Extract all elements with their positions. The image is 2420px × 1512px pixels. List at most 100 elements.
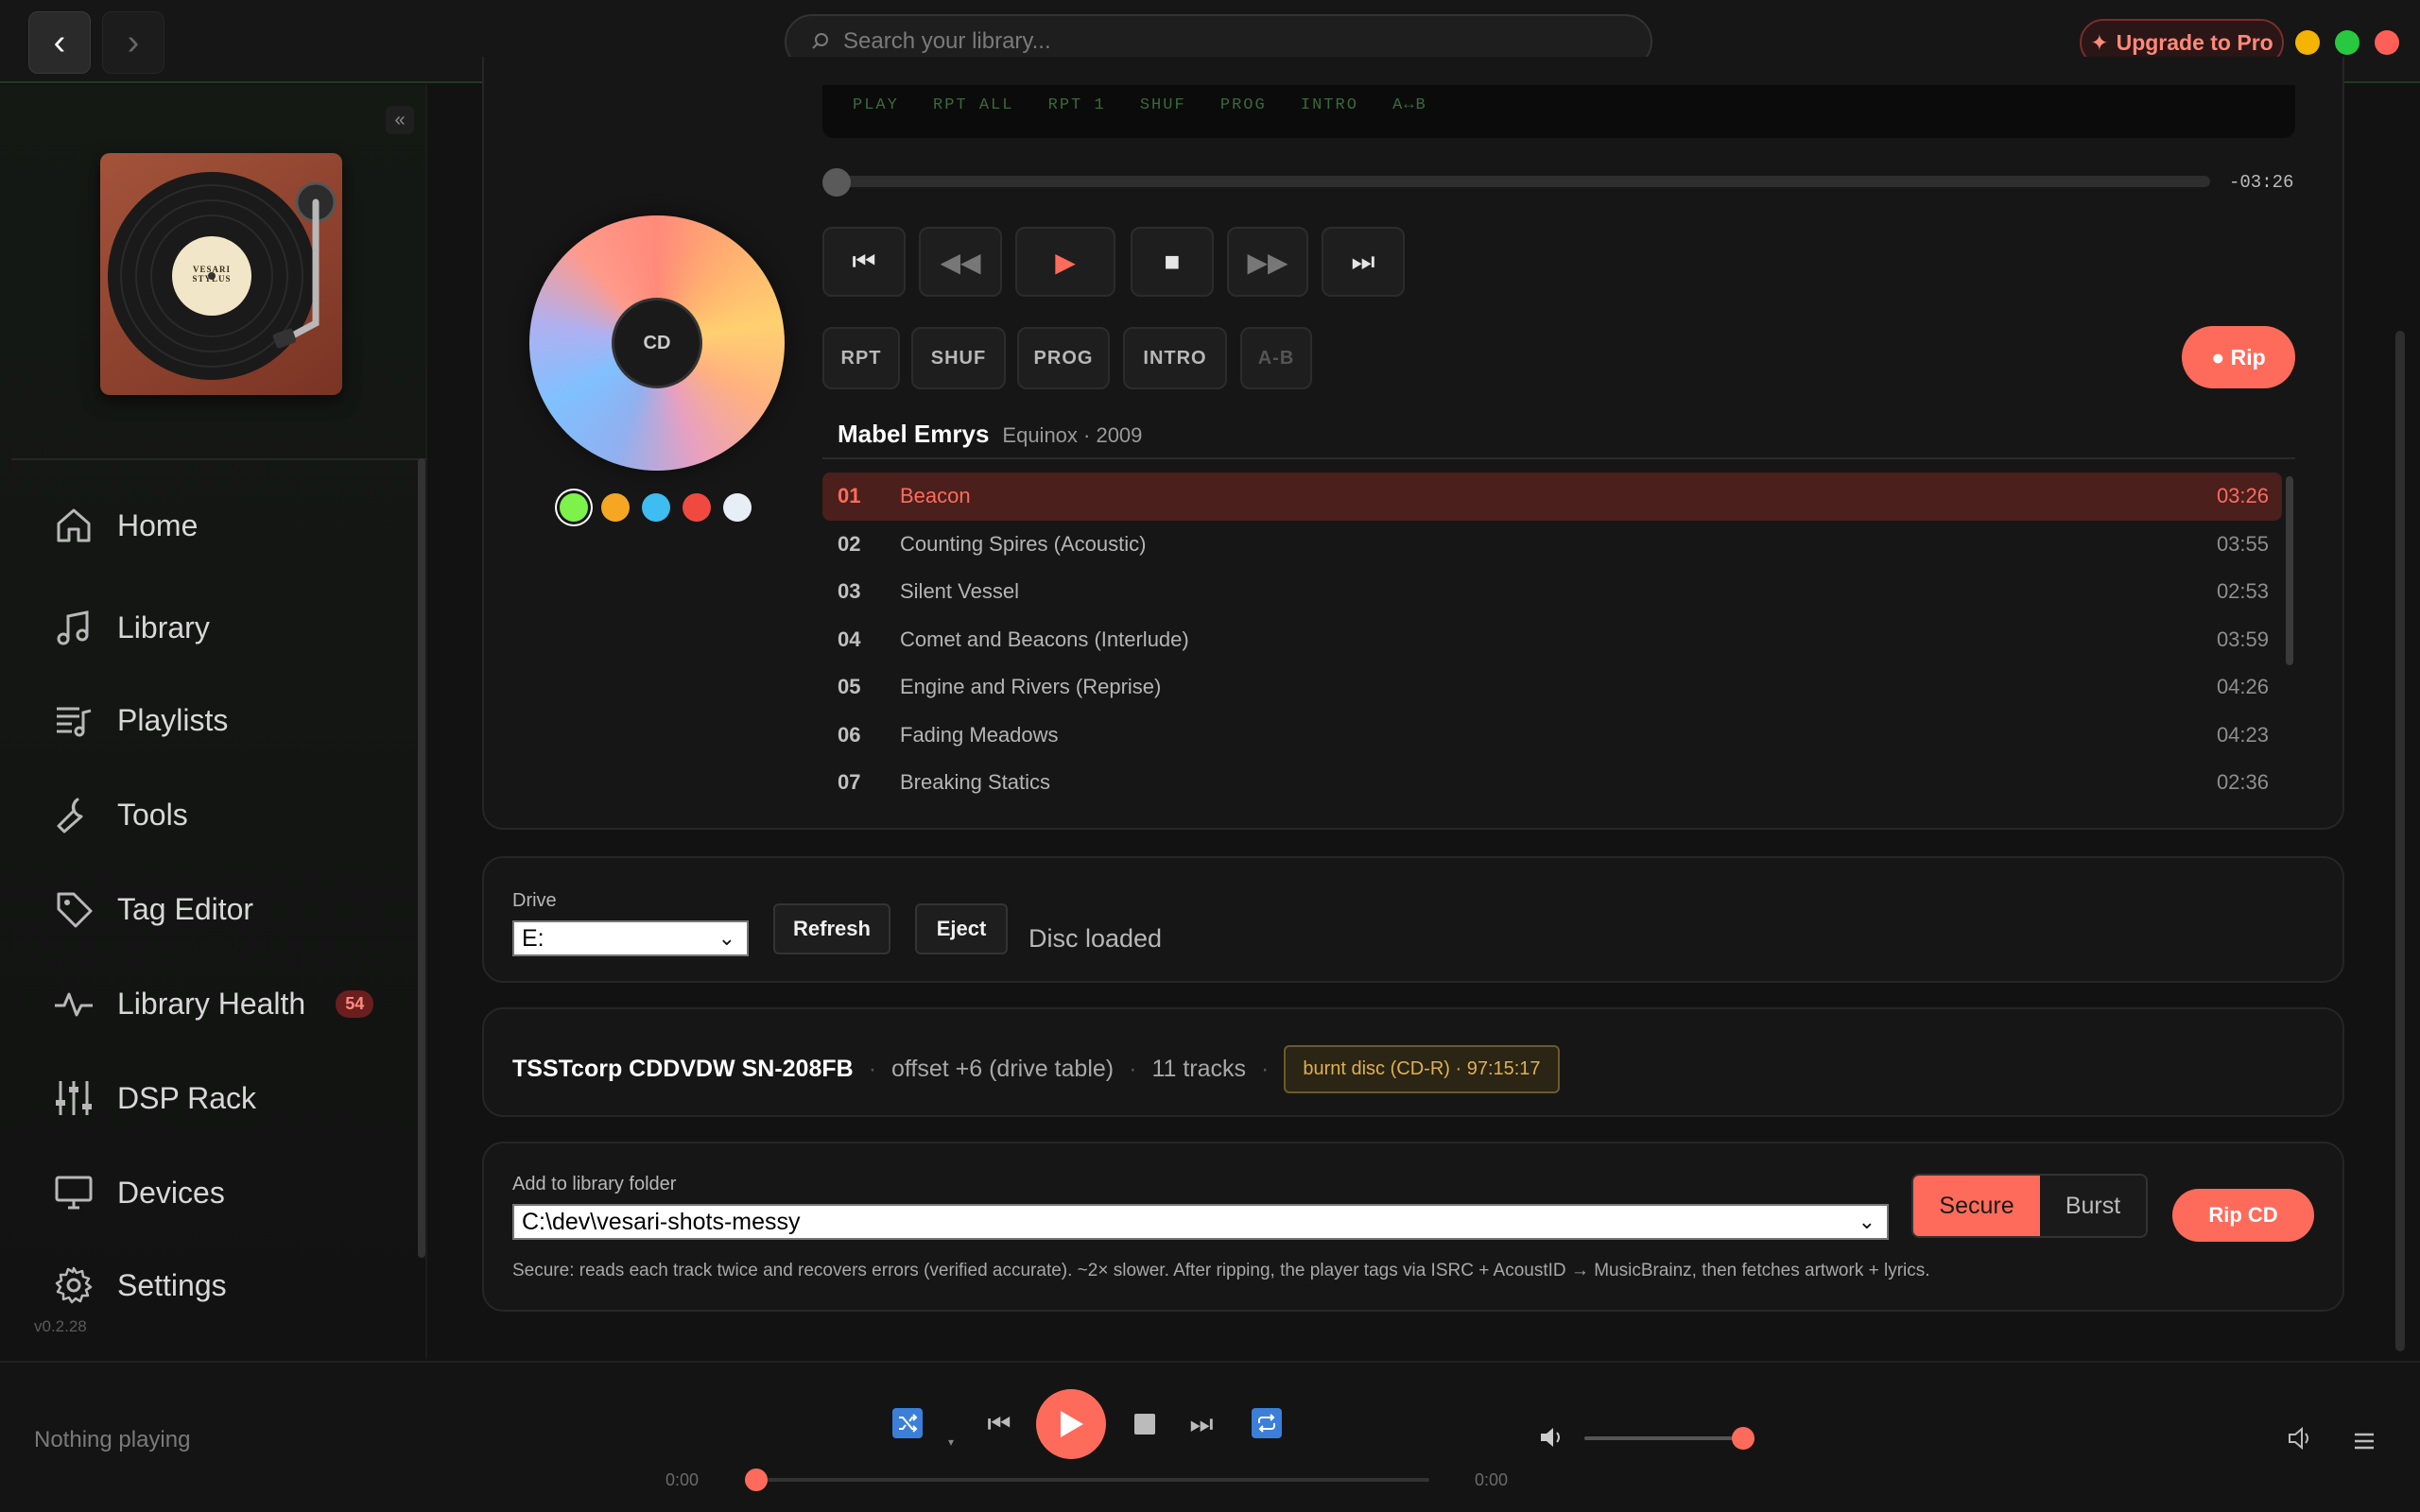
gear-icon bbox=[55, 1266, 93, 1304]
album-meta: Equinox · 2009 bbox=[1002, 423, 1143, 447]
track-title: Silent Vessel bbox=[900, 579, 1019, 604]
track-list: 01 Beacon 03:26 02 Counting Spires (Acou… bbox=[822, 472, 2282, 794]
chevron-right-icon: › bbox=[127, 22, 140, 62]
track-progress-bar[interactable] bbox=[824, 176, 2210, 187]
window-close-button[interactable] bbox=[2375, 30, 2399, 55]
play-button[interactable]: ▶ bbox=[1015, 227, 1115, 297]
color-swatch-blue[interactable] bbox=[642, 493, 670, 522]
seek-knob[interactable] bbox=[745, 1469, 768, 1491]
intro-mode-button[interactable]: INTRO bbox=[1123, 327, 1227, 389]
program-mode-button[interactable]: PROG bbox=[1017, 327, 1110, 389]
repeat-mode-button[interactable]: RPT bbox=[822, 327, 900, 389]
now-playing-bar: Nothing playing ▾ ⏮ ⏭ 0:00 0:00 bbox=[0, 1361, 2420, 1512]
previous-track-button[interactable]: ⏮ bbox=[822, 227, 906, 297]
sidebar-item-home[interactable]: Home bbox=[53, 497, 393, 554]
sidebar-item-label: Home bbox=[117, 507, 199, 542]
audio-output-button[interactable] bbox=[2286, 1423, 2316, 1453]
previous-button[interactable]: ⏮ bbox=[983, 1408, 1015, 1440]
drive-select[interactable]: E: ⌄ bbox=[512, 920, 749, 956]
play-pause-button[interactable] bbox=[1036, 1389, 1106, 1459]
rip-button[interactable]: ● Rip bbox=[2182, 326, 2295, 388]
window-maximize-button[interactable] bbox=[2335, 30, 2360, 55]
lcd-mode: PLAY bbox=[853, 96, 899, 114]
track-list-scrollbar[interactable] bbox=[2286, 476, 2293, 665]
ab-repeat-button[interactable]: A-B bbox=[1240, 327, 1312, 389]
track-row[interactable]: 04 Comet and Beacons (Interlude) 03:59 bbox=[822, 616, 2282, 664]
disc-status: Disc loaded bbox=[1028, 924, 1163, 953]
track-row[interactable]: 07 Breaking Statics 02:36 bbox=[822, 759, 2282, 794]
sidebar-item-label: Tools bbox=[117, 797, 188, 832]
lcd-mode: A↔B bbox=[1392, 96, 1427, 114]
seek-bar[interactable] bbox=[756, 1478, 1429, 1482]
refresh-button[interactable]: Refresh bbox=[773, 903, 890, 954]
eject-button[interactable]: Eject bbox=[915, 903, 1008, 954]
speaker-icon bbox=[1541, 1428, 1560, 1447]
search-icon bbox=[812, 33, 828, 49]
burst-mode-option[interactable]: Burst bbox=[2040, 1176, 2146, 1236]
track-title: Fading Meadows bbox=[900, 722, 1059, 747]
volume-knob[interactable] bbox=[1732, 1427, 1754, 1450]
rip-cd-button[interactable]: Rip CD bbox=[2172, 1189, 2314, 1242]
sidebar-item-label: Settings bbox=[117, 1267, 227, 1302]
stop-button[interactable] bbox=[1131, 1410, 1159, 1438]
sidebar-item-tools[interactable]: Tools bbox=[53, 786, 393, 843]
rip-mode-toggle: Secure Burst bbox=[1911, 1174, 2148, 1238]
repeat-button[interactable] bbox=[1252, 1408, 1282, 1438]
secure-mode-option[interactable]: Secure bbox=[1913, 1176, 2040, 1236]
sidebar-item-devices[interactable]: Devices bbox=[53, 1164, 393, 1221]
color-swatch-green[interactable] bbox=[560, 493, 588, 522]
sidebar-item-dsp-rack[interactable]: DSP Rack bbox=[53, 1070, 393, 1126]
color-swatch-red[interactable] bbox=[683, 493, 711, 522]
sidebar: « VESARI STYLUS Home Library Playlists T… bbox=[0, 85, 427, 1359]
play-icon bbox=[1061, 1411, 1083, 1437]
shuffle-button[interactable] bbox=[892, 1408, 923, 1438]
track-row[interactable]: 02 Counting Spires (Acoustic) 03:55 bbox=[822, 521, 2282, 569]
disc-artwork: CD bbox=[529, 215, 785, 471]
library-folder-select[interactable]: C:\dev\vesari-shots-messy ⌄ bbox=[512, 1204, 1889, 1240]
health-issues-badge: 54 bbox=[336, 989, 374, 1018]
menu-icon bbox=[2355, 1433, 2374, 1450]
sidebar-item-playlists[interactable]: Playlists bbox=[53, 692, 393, 748]
pulse-icon bbox=[55, 992, 93, 1017]
volume-slider[interactable] bbox=[1584, 1436, 1743, 1440]
monitor-icon bbox=[55, 1176, 93, 1210]
track-duration: 04:23 bbox=[2216, 722, 2269, 747]
main-scrollbar[interactable] bbox=[2395, 331, 2405, 1351]
time-remaining: -03:26 bbox=[2229, 172, 2294, 193]
sidebar-scrollbar[interactable] bbox=[418, 458, 425, 1258]
shuffle-mode-button[interactable]: SHUF bbox=[911, 327, 1006, 389]
sidebar-item-tag-editor[interactable]: Tag Editor bbox=[53, 881, 393, 937]
skip-forward-icon: ⏭ bbox=[1351, 246, 1375, 276]
skip-back-icon: ⏮ bbox=[852, 246, 876, 276]
current-time: 0:00 bbox=[666, 1470, 700, 1489]
mute-button[interactable] bbox=[1537, 1423, 1565, 1452]
sidebar-item-label: Library bbox=[117, 610, 210, 644]
collapse-sidebar-button[interactable]: « bbox=[386, 106, 414, 134]
stop-icon: ■ bbox=[1164, 247, 1181, 276]
forward-button[interactable]: › bbox=[102, 11, 164, 74]
lcd-mode: INTRO bbox=[1300, 96, 1358, 114]
color-swatch-orange[interactable] bbox=[601, 493, 630, 522]
track-row[interactable]: 01 Beacon 03:26 bbox=[822, 472, 2282, 521]
sidebar-item-library-health[interactable]: Library Health 54 bbox=[53, 975, 393, 1032]
track-row[interactable]: 06 Fading Meadows 04:23 bbox=[822, 712, 2282, 760]
next-track-button[interactable]: ⏭ bbox=[1322, 227, 1405, 297]
color-swatch-white[interactable] bbox=[723, 493, 752, 522]
volume-outline-icon bbox=[2289, 1426, 2308, 1451]
back-button[interactable]: ‹ bbox=[28, 11, 91, 74]
queue-button[interactable] bbox=[2350, 1427, 2378, 1455]
track-progress-knob[interactable] bbox=[822, 168, 851, 197]
next-button[interactable]: ⏭ bbox=[1185, 1408, 1218, 1440]
fast-forward-button[interactable]: ▶▶ bbox=[1227, 227, 1308, 297]
track-row[interactable]: 03 Silent Vessel 02:53 bbox=[822, 568, 2282, 616]
lcd-mode: RPT ALL bbox=[933, 96, 1014, 114]
window-minimize-button[interactable] bbox=[2295, 30, 2320, 55]
disc-type-badge: burnt disc (CD-R) · 97:15:17 bbox=[1284, 1045, 1560, 1093]
stop-button[interactable]: ■ bbox=[1131, 227, 1214, 297]
sidebar-item-settings[interactable]: Settings bbox=[53, 1257, 393, 1314]
track-row[interactable]: 05 Engine and Rivers (Reprise) 04:26 bbox=[822, 663, 2282, 712]
sidebar-item-library[interactable]: Library bbox=[53, 599, 393, 656]
rewind-button[interactable]: ◀◀ bbox=[919, 227, 1002, 297]
shuffle-options-button[interactable]: ▾ bbox=[943, 1435, 959, 1450]
search-input[interactable] bbox=[843, 28, 1599, 55]
